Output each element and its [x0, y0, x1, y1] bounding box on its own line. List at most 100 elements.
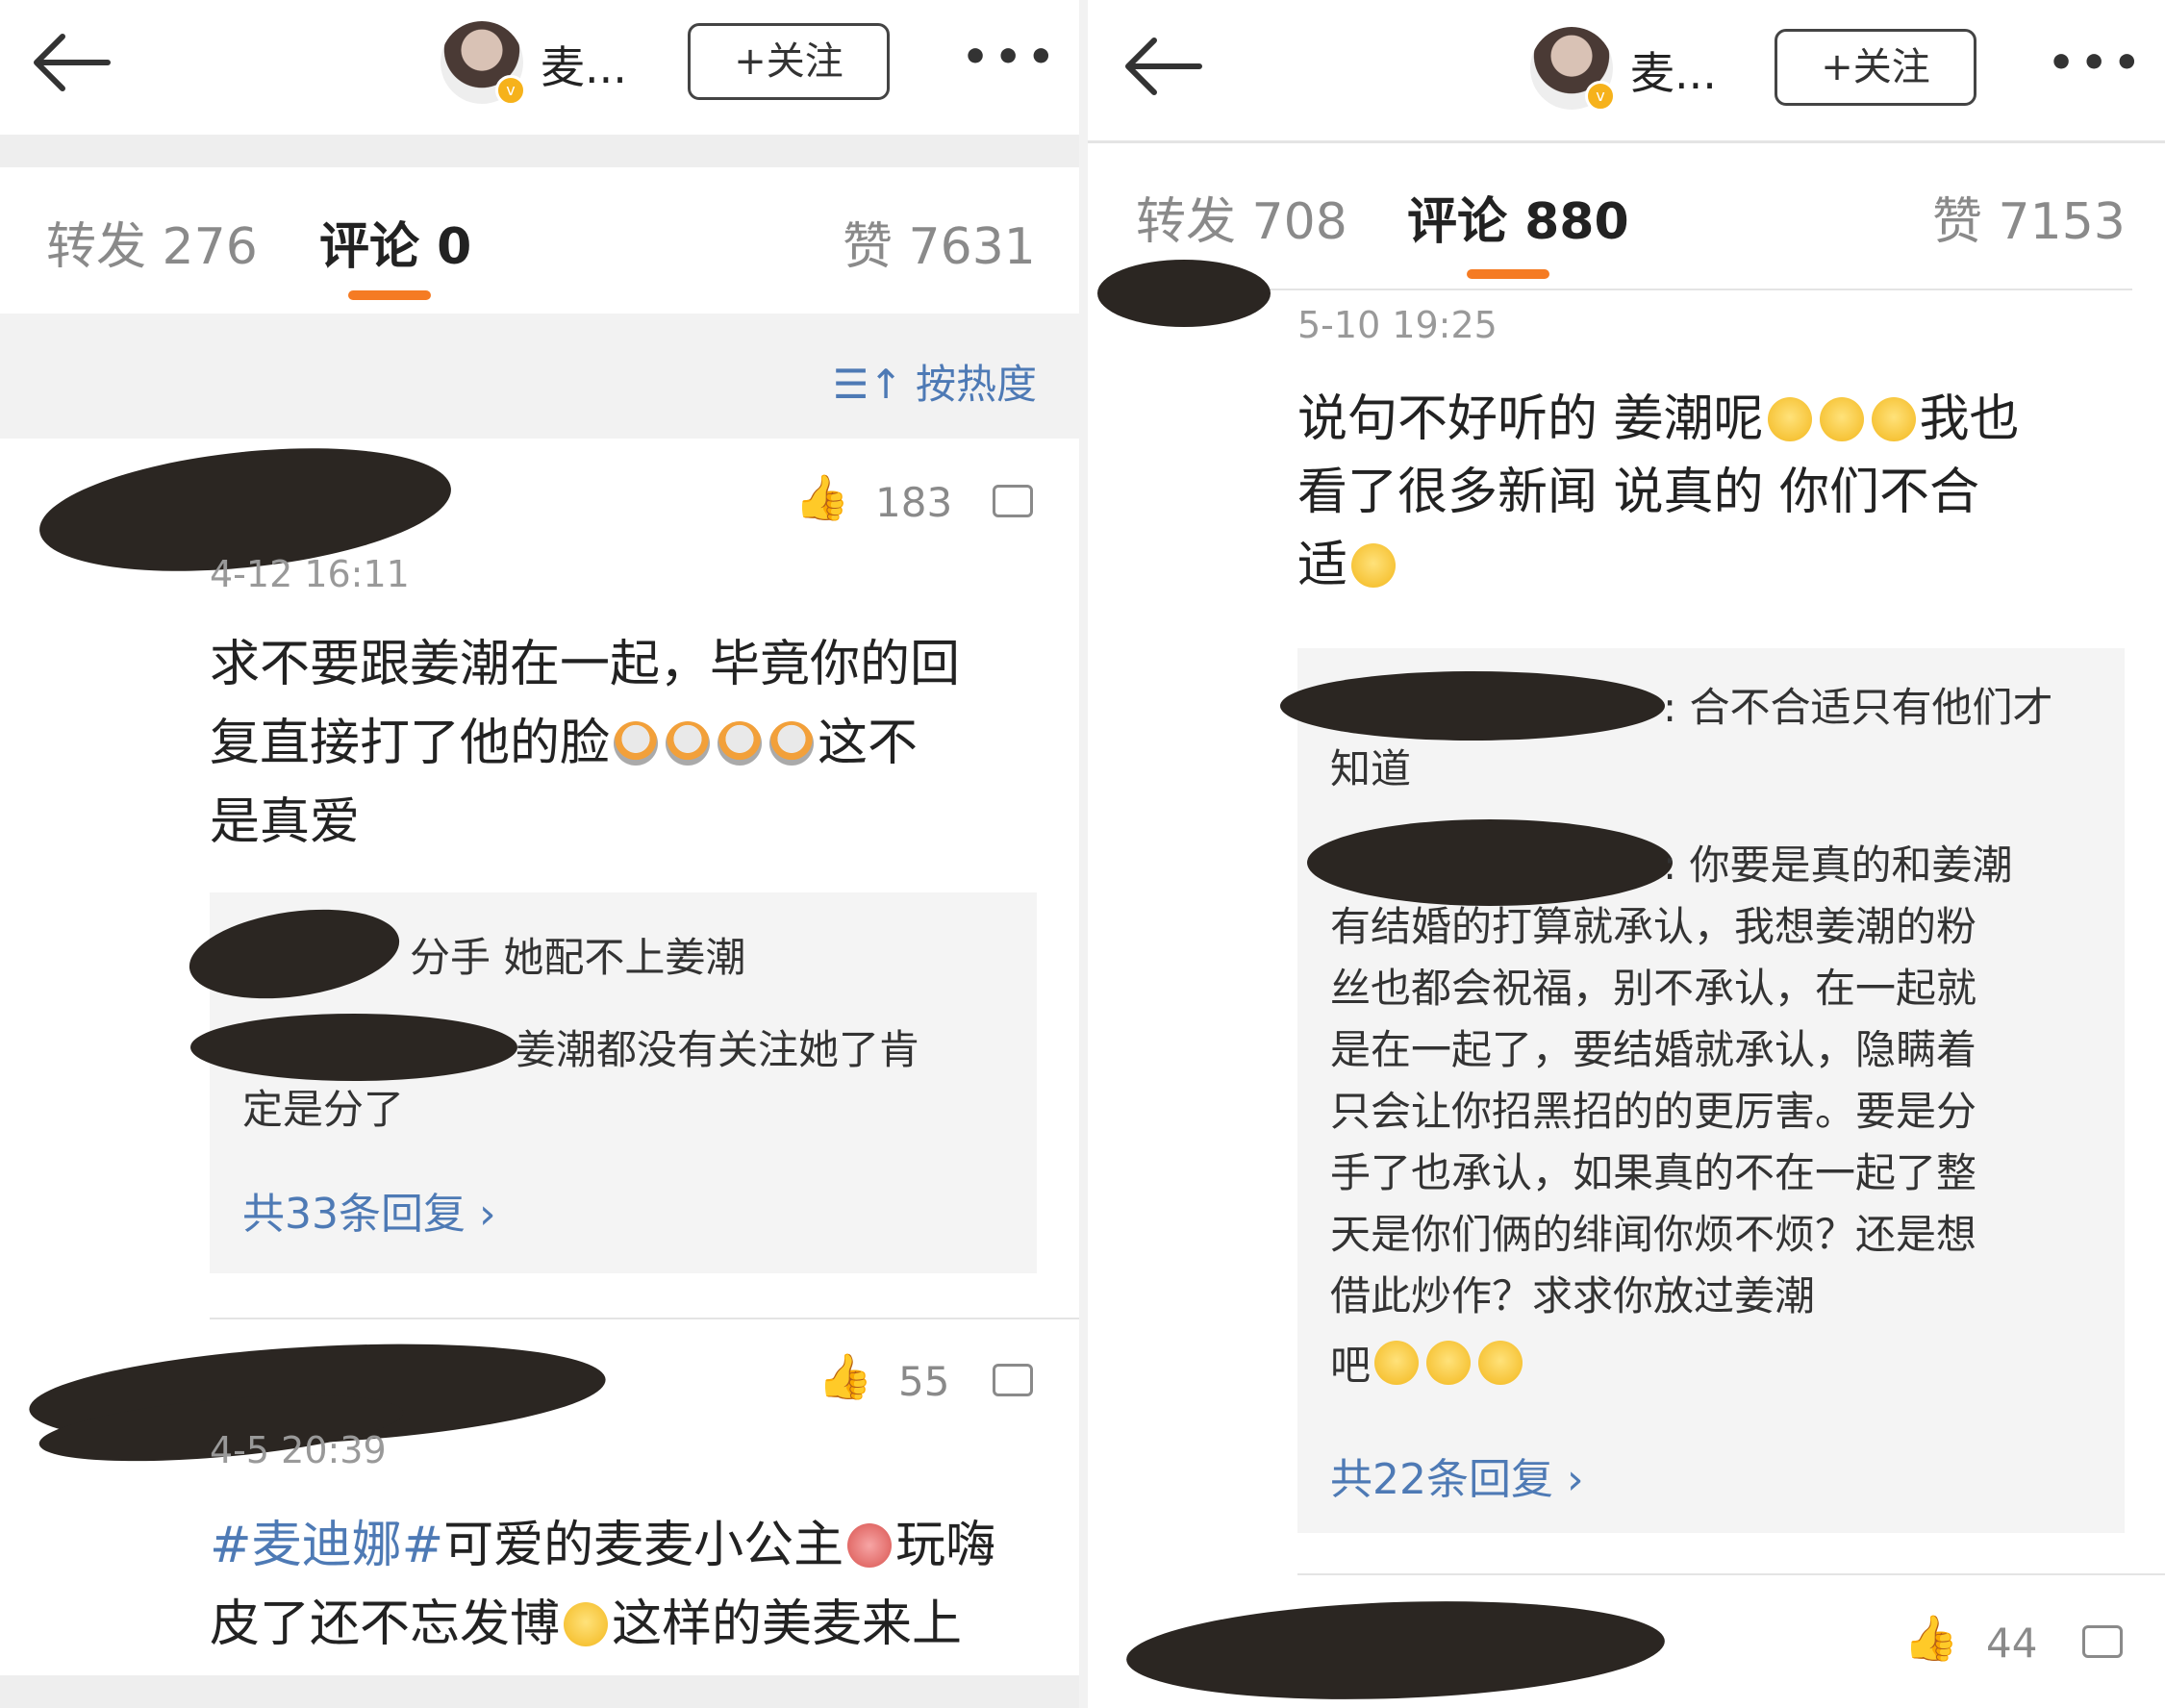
comment-text: #麦迪娜#可爱的麦麦小公主 玩嗨 皮了还不忘发博 这样的美麦来上	[210, 1506, 1056, 1664]
redacted-username	[183, 897, 406, 1011]
comment-line-part: 我也	[1919, 390, 2020, 448]
comment-time: 5-10 19:25	[1297, 304, 1498, 346]
smile-emoji-icon	[1374, 1341, 1420, 1385]
tab-repost[interactable]: 转发 708	[1136, 181, 1347, 253]
follow-button[interactable]: +关注	[1775, 29, 1976, 106]
sort-icon: ☰↑	[832, 361, 903, 408]
verified-badge-icon: v	[1585, 81, 1616, 112]
bottom-bar	[0, 1675, 1079, 1708]
username[interactable]: 麦...	[541, 33, 627, 96]
comment-line-part: 这不	[818, 715, 919, 772]
reply-text: 丝也都会祝福，别不承认，在一起就	[1330, 965, 1977, 1012]
active-tab-indicator	[1467, 269, 1549, 279]
comment-separator	[210, 1318, 1079, 1319]
tab-bar: 转发 276 评论 0 赞 7631	[0, 167, 1079, 312]
tab-bar: 转发 708 评论 880 赞 7153	[1088, 144, 2165, 289]
verified-badge-icon: v	[495, 75, 526, 106]
like-count: 55	[898, 1358, 950, 1405]
panel-divider	[1079, 0, 1088, 1708]
reply-text: 借此炒作？求求你放过姜潮	[1330, 1272, 1816, 1319]
right-screenshot: v 麦... +关注 ••• 转发 708 评论 880 赞 7153 5-10…	[1088, 0, 2165, 1708]
comment-line-part: 这样的美麦来上	[612, 1595, 963, 1653]
reply-box: 分手 她配不上姜潮 姜潮都没有关注她了肯 定是分了 共33条回复 ›	[183, 892, 1037, 1273]
top-bar: v 麦... +关注 •••	[1088, 0, 2165, 135]
comment-line: 适	[1297, 529, 2144, 602]
redacted-username	[1280, 671, 1665, 741]
comment-line: 看了很多新闻 说真的 你们不合	[1297, 464, 1980, 521]
left-screenshot: v 麦... +关注 ••• 转发 276 评论 0 赞 7631 ☰↑ 按热度…	[0, 0, 1079, 1708]
smile-emoji-icon	[1426, 1341, 1472, 1385]
like-count: 44	[1986, 1620, 2038, 1667]
robot-emoji-icon	[769, 721, 815, 766]
comment-line: 是真爱	[210, 793, 361, 851]
tab-comments[interactable]: 评论 880	[1407, 181, 1629, 253]
tab-comments[interactable]: 评论 0	[319, 206, 471, 278]
back-arrow-icon[interactable]	[1120, 33, 1207, 100]
comment-text: 说句不好听的 姜潮呢 我也 看了很多新闻 说真的 你们不合 适	[1297, 383, 2144, 602]
header-separator	[1088, 140, 2165, 143]
comment-separator	[1297, 1573, 2165, 1575]
view-all-replies-link[interactable]: 共22条回复 ›	[1330, 1444, 1584, 1506]
thumbs-up-icon[interactable]: 👍	[1903, 1612, 1958, 1665]
pig-emoji-icon	[847, 1523, 893, 1568]
comment-line-part: 可爱的麦麦小公主	[443, 1517, 844, 1574]
comment-line: 求不要跟姜潮在一起，毕竟你的回	[210, 636, 961, 693]
comment-time: 4-5 20:39	[210, 1429, 387, 1471]
more-icon[interactable]: •••	[962, 33, 1060, 82]
reply-icon[interactable]	[993, 1364, 1033, 1396]
thumbs-up-icon[interactable]: 👍	[818, 1350, 872, 1403]
reply-text: 分手 她配不上姜潮	[410, 934, 746, 981]
comment-text: 求不要跟姜潮在一起，毕竟你的回 复直接打了他的脸 这不 是真爱	[210, 625, 1056, 862]
reply-text: 姜潮都没有关注她了肯	[516, 1026, 920, 1073]
reply-text: 是在一起了，要结婚就承认，隐瞒着	[1330, 1026, 1977, 1073]
more-icon[interactable]: •••	[2048, 38, 2146, 88]
section-gap	[0, 135, 1079, 167]
username[interactable]: 麦...	[1630, 38, 1717, 102]
kiss-emoji-icon	[564, 1602, 609, 1646]
thumbs-up-icon[interactable]: 👍	[794, 471, 849, 524]
reply-text: 知道	[1330, 745, 1412, 792]
tab-likes[interactable]: 赞 7153	[1932, 181, 2126, 253]
reply-text: 吧	[1330, 1335, 1526, 1396]
back-arrow-icon[interactable]	[29, 29, 115, 96]
reply-icon[interactable]	[993, 485, 1033, 517]
reply-text-part: 吧	[1330, 1342, 1372, 1389]
comment-line: 说句不好听的 姜潮呢 我也	[1297, 383, 2144, 456]
reply-text: 只会让你招黑招的的更厉害。要是分	[1330, 1088, 1977, 1135]
redacted-user-info	[1124, 1593, 1667, 1708]
comment-line-part: 玩嗨	[895, 1517, 996, 1574]
robot-emoji-icon	[717, 721, 763, 766]
comment-line-part: 皮了还不忘发博	[210, 1595, 561, 1653]
redacted-username	[190, 1014, 517, 1081]
robot-emoji-icon	[614, 721, 659, 766]
smile-emoji-icon	[1478, 1341, 1523, 1385]
top-bar: v 麦... +关注 •••	[0, 0, 1079, 135]
comment-line: 皮了还不忘发博 这样的美麦来上	[210, 1585, 1056, 1664]
comment-line-part: 复直接打了他的脸	[210, 715, 611, 772]
comment-line-part: 适	[1297, 537, 1348, 594]
smile-emoji-icon	[1819, 397, 1864, 441]
sort-label: 按热度	[915, 361, 1037, 408]
tab-repost[interactable]: 转发 276	[46, 206, 258, 278]
reply-text: : 你要是真的和姜潮	[1663, 841, 2013, 889]
smile-emoji-icon	[1351, 543, 1397, 588]
like-count: 183	[875, 479, 953, 526]
reply-text: 有结婚的打算就承认，我想姜潮的粉	[1330, 903, 1977, 950]
comment-line: 复直接打了他的脸 这不	[210, 704, 1056, 783]
redacted-user-info	[1097, 260, 1271, 327]
sort-by-hot-button[interactable]: ☰↑ 按热度	[833, 352, 1037, 411]
robot-emoji-icon	[666, 721, 711, 766]
follow-button[interactable]: +关注	[688, 23, 890, 100]
sort-bar: ☰↑ 按热度	[0, 314, 1079, 439]
reply-text: : 合不合适只有他们才	[1663, 684, 2053, 731]
comment-line: #麦迪娜#可爱的麦麦小公主 玩嗨	[210, 1506, 1056, 1585]
view-all-replies-link[interactable]: 共33条回复 ›	[242, 1179, 496, 1241]
reply-text: 定是分了	[242, 1086, 405, 1133]
tab-separator	[1132, 289, 2132, 290]
smile-emoji-icon	[1767, 397, 1812, 441]
hashtag-link[interactable]: #麦迪娜#	[210, 1517, 443, 1574]
comment-time: 4-12 16:11	[210, 553, 410, 595]
reply-icon[interactable]	[2082, 1625, 2123, 1658]
reply-text: 手了也承认，如果真的不在一起了整	[1330, 1149, 1977, 1196]
tab-likes[interactable]: 赞 7631	[843, 206, 1036, 278]
